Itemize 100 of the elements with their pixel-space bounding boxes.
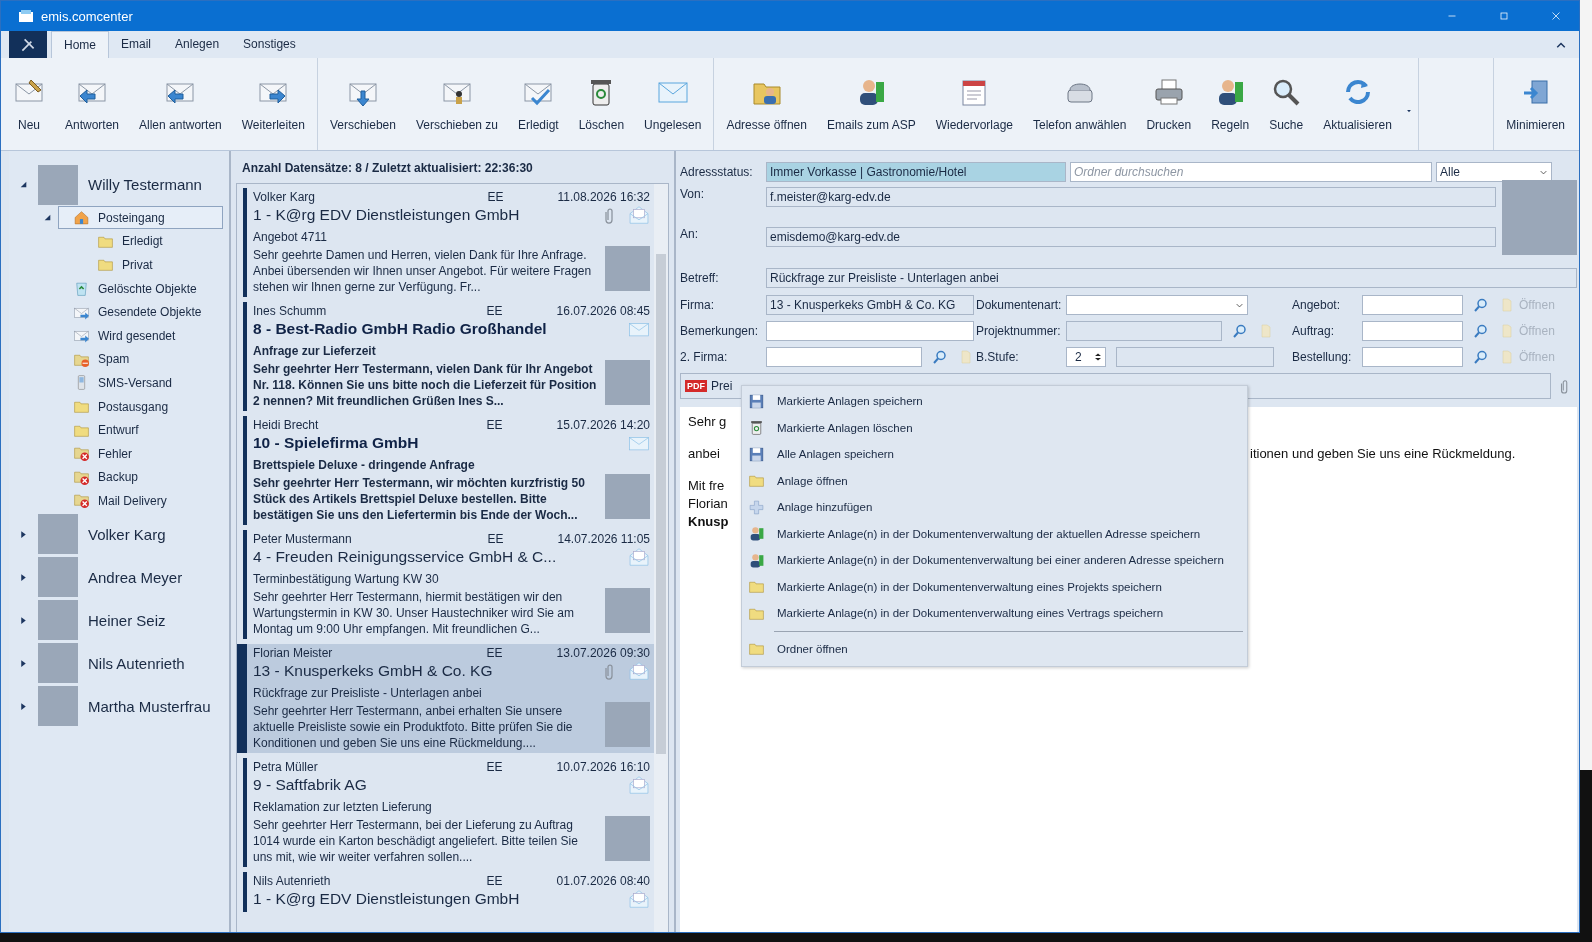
app-menu-button[interactable] [9, 31, 47, 58]
ribbon-tab[interactable]: Email [109, 31, 164, 58]
search-icon[interactable] [1473, 323, 1489, 339]
text-field[interactable] [1362, 347, 1463, 367]
menu-item[interactable]: Markierte Anlagen speichern [742, 388, 1247, 415]
expand-arrow-icon[interactable] [19, 658, 28, 668]
account-name[interactable]: Andrea Meyer [88, 568, 183, 586]
search-icon[interactable] [1473, 349, 1489, 365]
search-icon[interactable] [1232, 323, 1248, 339]
search-icon[interactable] [932, 349, 948, 365]
menu-item[interactable]: Markierte Anlage(n) in der Dokumentenverwaltung eines Projekts speichern [742, 573, 1247, 600]
sender-name: Florian Meister [253, 646, 334, 660]
toolbar-button[interactable]: Telefon anwählen [1025, 66, 1135, 138]
expand-arrow-icon[interactable] [19, 572, 28, 582]
account-name[interactable]: Volker Karg [88, 525, 166, 543]
toolbar-button[interactable]: Aktualisieren [1315, 66, 1400, 138]
toolbar-button[interactable]: Wiedervorlage [927, 66, 1022, 138]
message-item[interactable] [237, 644, 654, 753]
toolbar-button[interactable]: Verschieben zu [407, 66, 506, 138]
remarks-field[interactable] [766, 321, 974, 341]
open-envelope-icon [628, 204, 650, 226]
toolbar-button[interactable]: Suche [1261, 66, 1312, 138]
account-name[interactable]: Nils Autenrieth [88, 654, 185, 672]
folder-item[interactable]: Postausgang [58, 395, 223, 419]
photo-placeholder [605, 588, 650, 633]
text-field[interactable] [1362, 321, 1463, 341]
expand-arrow-icon[interactable] [19, 529, 28, 539]
address-status-field[interactable]: Immer Vorkasse | Gastronomie/Hotel [766, 162, 1066, 182]
folder-item[interactable]: Wird gesendet [58, 324, 223, 348]
account-name[interactable]: Willy Testermann [88, 176, 202, 193]
window-title: emis.comcenter [41, 8, 133, 24]
collapse-arrow-icon[interactable] [43, 213, 52, 223]
sender-field[interactable]: f.meister@karg-edv.de [766, 187, 1496, 207]
toolbar-button[interactable]: Antworten [57, 66, 128, 138]
expand-arrow-icon[interactable] [19, 701, 28, 711]
toolbar-button[interactable]: Allen antworten [131, 66, 230, 138]
toolbar-button[interactable]: Verschieben [321, 66, 404, 138]
message-date: 11.08.2026 16:32 [557, 190, 650, 204]
expand-arrow-icon[interactable] [19, 615, 28, 625]
folder-item[interactable]: Mail Delivery [58, 489, 223, 513]
menu-item[interactable]: Anlage hinzufügen [742, 494, 1247, 521]
body-text: itionen und geben Sie uns eine Rückmeldung. [1250, 445, 1516, 463]
company-field[interactable]: 13 - Knusperkeks GmbH & Co. KG [766, 295, 974, 315]
folder-item[interactable]: Fehler [58, 442, 223, 466]
ribbon-tab[interactable]: Home [51, 31, 109, 58]
folder-item[interactable]: Posteingang [58, 206, 223, 230]
message-subject: Brettspiele Deluxe - dringende Anfrage [253, 458, 476, 472]
number-spinner[interactable]: 2 [1066, 347, 1106, 367]
menu-item[interactable]: Markierte Anlage(n) in der Dokumentenverwaltung bei einer anderen Adresse speichern [742, 547, 1247, 574]
menu-item[interactable]: Markierte Anlage(n) in der Dokumentenverwaltung der aktuellen Adresse speichern [742, 520, 1247, 547]
menu-item[interactable]: Alle Anlagen speichern [742, 441, 1247, 468]
folder-item[interactable]: Gesendete Objekte [58, 300, 223, 324]
folder-item[interactable]: Gelöschte Objekte [58, 277, 223, 301]
level-description-field[interactable] [1116, 347, 1274, 367]
account-name[interactable]: Martha Musterfrau [88, 697, 211, 715]
body-text: Sehr g [688, 413, 727, 431]
toolbar-button[interactable]: Löschen [570, 66, 633, 138]
recycle-bin-icon [73, 280, 90, 298]
collapse-arrow-icon[interactable] [19, 180, 28, 189]
scrollbar[interactable] [654, 184, 668, 932]
menu-item[interactable]: Markierte Anlage(n) in der Dokumentenverwaltung eines Vertrags speichern [742, 600, 1247, 627]
menu-item[interactable]: Anlage öffnen [742, 467, 1247, 494]
ribbon-tab[interactable]: Sonstiges [231, 31, 308, 58]
menu-item[interactable]: Markierte Anlagen löschen [742, 414, 1247, 441]
folder-item[interactable]: Backup [58, 465, 223, 489]
printer-icon [1152, 76, 1185, 108]
folder-item[interactable]: SMS-Versand [58, 371, 223, 395]
toolbar-button[interactable]: Erledigt [510, 66, 567, 138]
toolbar-button[interactable]: Drucken [1138, 66, 1200, 138]
recipient-field[interactable]: emisdemo@karg-edv.de [766, 227, 1496, 247]
folder-item[interactable]: Spam [58, 347, 223, 371]
subject-field[interactable]: Rückfrage zur Preisliste - Unterlagen anbei [766, 268, 1577, 288]
toolbar-button[interactable]: Ungelesen [636, 66, 710, 138]
message-date: 01.07.2026 08:40 [556, 874, 650, 888]
toolbar-button[interactable]: Adresse öffnen [718, 66, 815, 138]
folder-item[interactable]: Erledigt [82, 229, 223, 253]
user-code: EE [487, 532, 505, 546]
user-code: EE [486, 646, 504, 660]
toolbar-button[interactable]: Emails zum ASP [818, 66, 924, 138]
folder-item[interactable]: Privat [82, 253, 223, 277]
project-number-field[interactable] [1066, 321, 1222, 341]
toolbar-button[interactable]: Regeln [1203, 66, 1258, 138]
menu-item[interactable]: Ordner öffnen [742, 635, 1247, 662]
account-name[interactable]: Heiner Seiz [88, 611, 166, 629]
sender-name: Ines Schumm [253, 304, 328, 318]
field-label: Dokumentenart: [976, 298, 1063, 312]
attachment-item[interactable]: PDF Prei [685, 379, 733, 393]
document-type-dropdown[interactable] [1066, 295, 1248, 315]
search-icon[interactable] [1473, 297, 1489, 313]
toolbar-button[interactable]: Weiterleiten [233, 66, 313, 138]
folder-item[interactable]: Entwurf [58, 418, 223, 442]
ribbon-tab[interactable]: Anlegen [163, 31, 232, 58]
toolbar-button[interactable]: Minimieren [1498, 66, 1573, 138]
toolbar-button[interactable]: Neu [5, 66, 53, 138]
filter-dropdown[interactable]: Alle [1436, 162, 1552, 182]
body-text: Mit fre [688, 477, 725, 495]
folder-search-field[interactable]: Ordner durchsuchen [1070, 162, 1432, 182]
second-company-field[interactable] [766, 347, 922, 367]
text-field[interactable] [1362, 295, 1463, 315]
message-subject: Angebot 4711 [253, 230, 328, 244]
